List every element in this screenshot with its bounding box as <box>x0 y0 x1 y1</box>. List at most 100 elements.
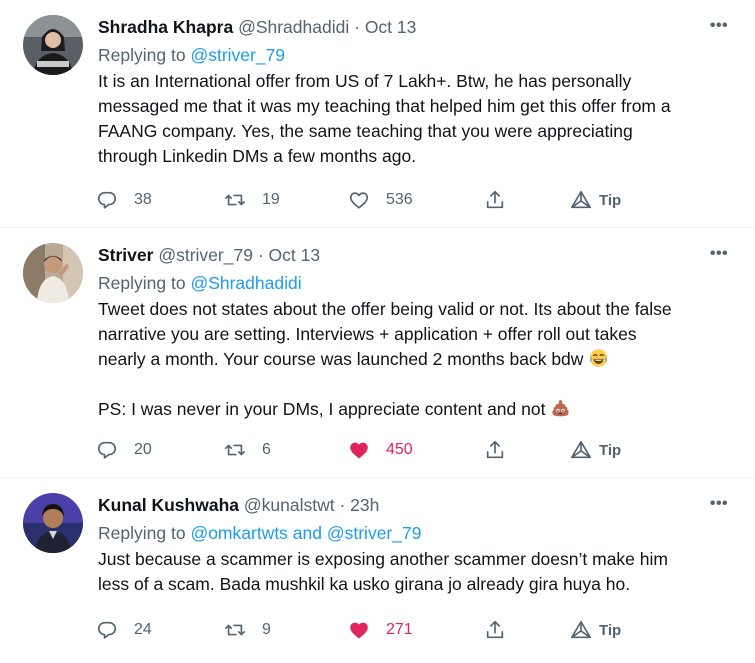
share-icon <box>486 620 504 639</box>
avatar-image <box>23 243 83 303</box>
tweet-text-line: messaged me that it was my teaching that… <box>98 96 671 116</box>
share-button[interactable] <box>484 186 506 214</box>
separator: · <box>339 495 346 515</box>
heart-icon <box>350 442 368 459</box>
reply-icon <box>97 191 117 209</box>
retweet-button[interactable]: 9 <box>224 616 271 644</box>
tip-icon <box>571 190 591 209</box>
retweet-count: 9 <box>262 621 271 638</box>
like-count: 536 <box>386 191 413 208</box>
separator: · <box>257 245 264 265</box>
replying-to: Replying to @Shradhadidi <box>98 272 735 294</box>
tip-label: Tip <box>599 191 622 209</box>
reply-icon <box>97 441 117 459</box>
user-handle[interactable]: @kunalstwt <box>244 495 335 515</box>
retweet-count: 6 <box>262 441 271 458</box>
heart-icon <box>350 622 368 639</box>
tweet-content: Kunal Kushwaha @kunalstwt · 23h Replying… <box>98 494 735 597</box>
tip-button[interactable]: Tip <box>570 616 621 644</box>
retweet-icon <box>225 624 245 636</box>
like-button[interactable]: 450 <box>348 436 413 464</box>
tip-button[interactable]: Tip <box>570 186 621 214</box>
retweet-icon <box>225 444 245 456</box>
display-name[interactable]: Striver <box>98 245 153 265</box>
tweet-content: Striver @striver_79 · Oct 13 Replying to… <box>98 244 735 422</box>
joy-emoji-icon <box>590 349 608 367</box>
reply-button[interactable]: 20 <box>96 436 152 464</box>
retweet-count: 19 <box>262 191 280 208</box>
replying-to: Replying to @striver_79 <box>98 44 735 66</box>
like-button[interactable]: 271 <box>348 616 413 644</box>
tweet[interactable]: Striver @striver_79 · Oct 13 Replying to… <box>0 228 755 478</box>
tip-icon <box>571 620 591 639</box>
reply-count: 24 <box>134 621 152 638</box>
reply-button[interactable]: 24 <box>96 616 152 644</box>
action-bar: 38 19 536 Tip <box>96 186 736 214</box>
tweet-text-line: Just because a scammer is exposing anoth… <box>98 549 668 569</box>
avatar[interactable] <box>23 15 83 75</box>
replying-to-handle[interactable]: @striver_79 <box>190 45 285 65</box>
poop-emoji-icon <box>552 399 570 417</box>
retweet-icon <box>225 194 245 206</box>
more-icon[interactable]: ••• <box>707 244 731 264</box>
replying-to-label: Replying to <box>98 45 186 65</box>
tweet-text-line: through Linkedin DMs a few months ago. <box>98 146 417 166</box>
action-bar: 24 9 271 Tip <box>96 616 736 644</box>
tip-icon <box>571 440 591 459</box>
reply-button[interactable]: 38 <box>96 186 152 214</box>
reply-count: 38 <box>134 191 152 208</box>
avatar[interactable] <box>23 243 83 303</box>
tweet-text-line: Tweet does not states about the offer be… <box>98 299 672 319</box>
tweet-text: It is an International offer from US of … <box>98 69 735 169</box>
share-button[interactable] <box>484 436 506 464</box>
tweet-thread: Shradha Khapra @Shradhadidi · Oct 13 Rep… <box>0 0 755 663</box>
action-bar: 20 6 450 Tip <box>96 436 736 464</box>
tweet-date[interactable]: Oct 13 <box>269 245 321 265</box>
separator: · <box>354 17 360 37</box>
more-icon[interactable]: ••• <box>707 494 731 514</box>
tweet-text-span: nearly a month. Your course was launched… <box>98 349 584 369</box>
share-icon <box>486 440 504 459</box>
retweet-button[interactable]: 6 <box>224 436 271 464</box>
tweet-text-line: less of a scam. Bada mushkil ka usko gir… <box>98 574 631 594</box>
more-icon[interactable]: ••• <box>707 16 731 36</box>
tweet-text: Just because a scammer is exposing anoth… <box>98 547 735 597</box>
replying-to-handle[interactable]: @Shradhadidi <box>190 273 301 293</box>
tip-label: Tip <box>599 621 622 639</box>
user-handle[interactable]: @Shradhadidi <box>238 17 349 37</box>
tip-label: Tip <box>599 441 622 459</box>
display-name[interactable]: Shradha Khapra <box>98 17 233 37</box>
user-handle[interactable]: @striver_79 <box>158 245 253 265</box>
like-count: 271 <box>386 621 413 638</box>
tweet-text-line: PS: I was never in your DMs, I appreciat… <box>98 397 735 422</box>
tweet-header: Shradha Khapra @Shradhadidi · Oct 13 <box>98 16 735 38</box>
like-count: 450 <box>386 441 413 458</box>
replying-to-label: Replying to <box>98 273 186 293</box>
tweet-text-line: narrative you are setting. Interviews + … <box>98 324 637 344</box>
tweet-text-line: nearly a month. Your course was launched… <box>98 347 735 372</box>
avatar[interactable] <box>23 493 83 553</box>
tweet-text-span: PS: I was never in your DMs, I appreciat… <box>98 399 546 419</box>
tweet-text-line: FAANG company. Yes, the same teaching th… <box>98 121 633 141</box>
share-button[interactable] <box>484 616 506 644</box>
reply-count: 20 <box>134 441 152 458</box>
replying-to-handle[interactable]: @omkartwts and @striver_79 <box>190 523 421 543</box>
tweet-date[interactable]: 23h <box>350 495 379 515</box>
retweet-button[interactable]: 19 <box>224 186 280 214</box>
avatar-image <box>23 493 83 553</box>
display-name[interactable]: Kunal Kushwaha <box>98 495 239 515</box>
avatar-image <box>23 15 83 75</box>
tweet-date[interactable]: Oct 13 <box>365 17 417 37</box>
tweet-text: Tweet does not states about the offer be… <box>98 297 735 422</box>
tweet[interactable]: Kunal Kushwaha @kunalstwt · 23h Replying… <box>0 478 755 663</box>
tweet-header: Kunal Kushwaha @kunalstwt · 23h <box>98 494 735 516</box>
tweet-header: Striver @striver_79 · Oct 13 <box>98 244 735 266</box>
reply-icon <box>97 621 117 639</box>
tweet[interactable]: Shradha Khapra @Shradhadidi · Oct 13 Rep… <box>0 0 755 228</box>
tweet-content: Shradha Khapra @Shradhadidi · Oct 13 Rep… <box>98 16 735 169</box>
like-button[interactable]: 536 <box>348 186 413 214</box>
tip-button[interactable]: Tip <box>570 436 621 464</box>
replying-to: Replying to @omkartwts and @striver_79 <box>98 522 735 544</box>
tweet-text-line: It is an International offer from US of … <box>98 71 632 91</box>
heart-icon <box>349 192 369 209</box>
